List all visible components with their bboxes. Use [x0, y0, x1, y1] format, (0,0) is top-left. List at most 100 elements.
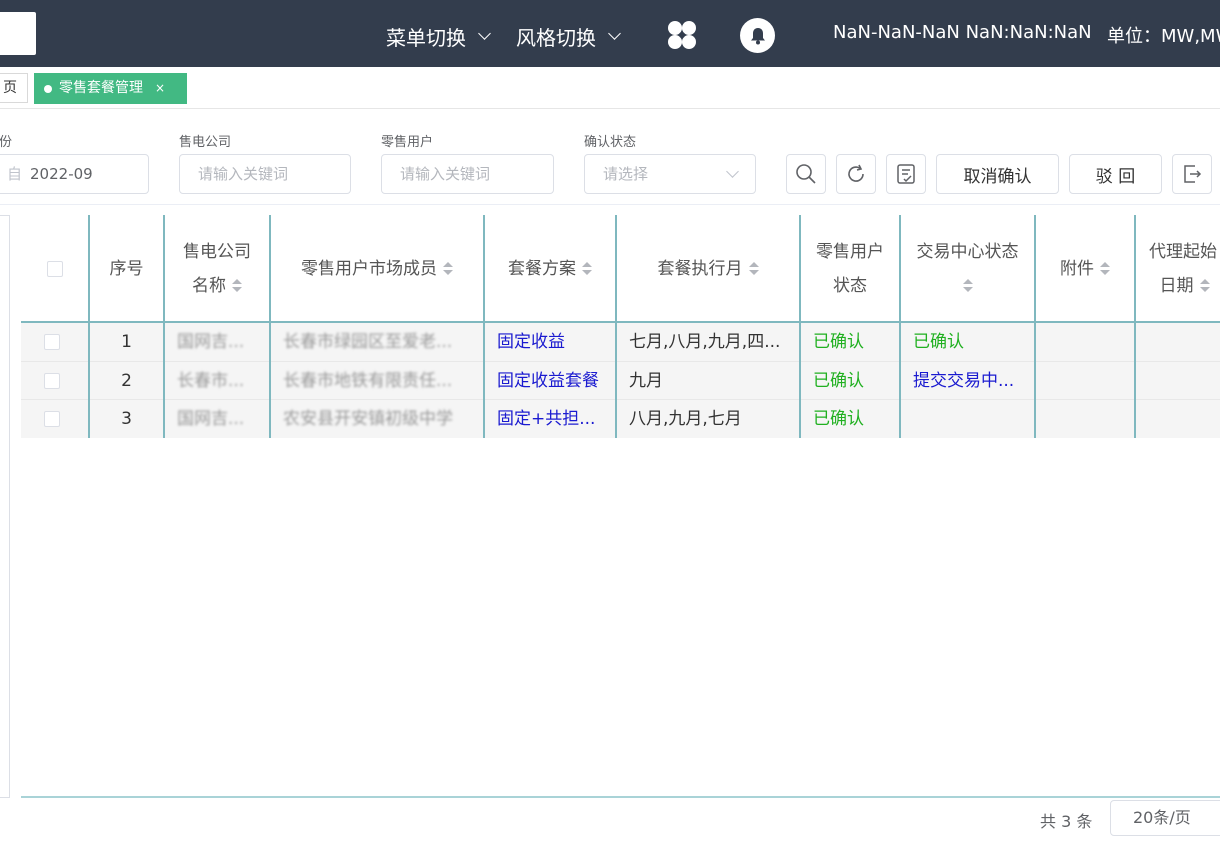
sort-icon[interactable]: [748, 261, 759, 276]
confirm-list-button[interactable]: [886, 154, 926, 194]
row-checkbox[interactable]: [44, 334, 60, 350]
sort-icon[interactable]: [962, 278, 973, 293]
menu-switch-dropdown[interactable]: 菜单切换: [386, 22, 491, 51]
header-month-label: 套餐执行月: [657, 258, 743, 279]
tab-retail-package[interactable]: 零售套餐管理 ×: [34, 73, 187, 104]
confirm-status-placeholder: 请选择: [603, 165, 649, 183]
company-search-input[interactable]: 请输入关键词: [179, 154, 351, 194]
search-button[interactable]: [786, 154, 826, 194]
page-size-select[interactable]: 20条/页: [1110, 800, 1220, 836]
row-checkbox[interactable]: [44, 372, 60, 389]
row-index: 1: [121, 332, 132, 352]
select-all-checkbox[interactable]: [47, 260, 63, 277]
column-divider: [88, 215, 90, 438]
row-index: 2: [121, 370, 132, 391]
close-icon[interactable]: ×: [155, 73, 165, 104]
header-agent-start[interactable]: 代理起始 日期: [1135, 215, 1220, 322]
sort-icon[interactable]: [1100, 261, 1110, 276]
month-value: 2022-09: [30, 165, 93, 183]
confirm-status-select[interactable]: 请选择: [584, 154, 756, 194]
logo: [0, 12, 36, 55]
table-row[interactable]: 1 国网吉... 长春市绿园区至爱老... 固定收益 七月,八月,九月,四...…: [21, 322, 1220, 361]
row-checkbox[interactable]: [44, 411, 60, 427]
cancel-confirm-button[interactable]: 取消确认: [936, 154, 1059, 194]
row-center-status: [900, 400, 1035, 438]
tab-home-label: 页: [3, 80, 17, 96]
row-month: 九月: [629, 370, 663, 391]
month-label: 份: [0, 135, 13, 150]
header-company[interactable]: 售电公司 名称: [164, 215, 270, 322]
row-center-status: 提交交易中...: [913, 370, 1015, 391]
bell-icon[interactable]: [740, 18, 775, 53]
header-center-status-label: 交易中心状态: [916, 241, 1019, 262]
table-row[interactable]: 3 国网吉... 农安县开安镇初级中学 固定+共担... 八月,九月,七月 已确…: [21, 399, 1220, 438]
tab-label: 零售套餐管理: [59, 80, 143, 96]
side-panel-edge: [0, 215, 10, 798]
chevron-down-icon: [608, 27, 621, 40]
header-agent-start-line1: 代理起始: [1149, 241, 1217, 262]
row-company: 长春市...: [177, 370, 245, 391]
header-attachment-label: 附件: [1060, 258, 1094, 279]
row-month: 七月,八月,九月,四...: [629, 332, 781, 352]
header-index-label: 序号: [109, 258, 144, 279]
sort-icon[interactable]: [232, 278, 242, 293]
style-switch-label: 风格切换: [516, 26, 596, 50]
header-company-line1: 售电公司: [183, 241, 251, 262]
sort-icon[interactable]: [582, 261, 592, 276]
retail-user-search-input[interactable]: 请输入关键词: [381, 154, 554, 194]
chevron-down-icon: [726, 165, 739, 178]
row-center-status: 已确认: [913, 332, 964, 352]
table-row[interactable]: 2 长春市... 长春市地铁有限责任... 固定收益套餐 九月 已确认 提交交易…: [21, 360, 1220, 400]
datetime-display: NaN-NaN-NaN NaN:NaN:NaN: [833, 22, 1092, 43]
header-index: 序号: [89, 215, 164, 322]
header-month[interactable]: 套餐执行月: [616, 215, 800, 322]
header-member[interactable]: 零售用户市场成员: [270, 215, 484, 322]
column-divider: [1134, 215, 1136, 438]
row-user-status: 已确认: [813, 409, 864, 429]
sort-icon[interactable]: [443, 261, 453, 276]
retail-user-label: 零售用户: [381, 135, 434, 150]
confirm-status-label: 确认状态: [584, 135, 637, 150]
header-center-status[interactable]: 交易中心状态: [900, 215, 1035, 322]
column-divider: [799, 215, 801, 438]
document-check-icon: [897, 164, 915, 184]
refresh-button[interactable]: [836, 154, 876, 194]
company-label: 售电公司: [179, 135, 232, 150]
sort-icon[interactable]: [1199, 278, 1210, 293]
tab-home[interactable]: 页: [0, 73, 28, 103]
menu-switch-label: 菜单切换: [386, 26, 466, 50]
style-switch-dropdown[interactable]: 风格切换: [516, 22, 621, 51]
column-divider: [615, 215, 617, 438]
column-divider: [1034, 215, 1036, 438]
row-member: 农安县开安镇初级中学: [283, 409, 453, 429]
month-picker[interactable]: 自 2022-09: [0, 154, 149, 194]
reject-button[interactable]: 驳 回: [1069, 154, 1162, 194]
header-attachment[interactable]: 附件: [1035, 215, 1135, 322]
header-user-status: 零售用户 状态: [800, 215, 900, 322]
column-divider: [163, 215, 165, 438]
page-size-value: 20条/页: [1133, 808, 1191, 827]
row-month: 八月,九月,七月: [629, 409, 742, 429]
export-button[interactable]: [1172, 154, 1212, 194]
active-dot-icon: [44, 84, 52, 93]
row-plan-link[interactable]: 固定收益套餐: [484, 362, 616, 400]
column-divider: [483, 215, 485, 438]
row-user-status: 已确认: [813, 332, 864, 352]
header-user-status-line2: 状态: [833, 275, 867, 296]
row-plan-link[interactable]: 固定+共担...: [484, 400, 616, 438]
header-plan[interactable]: 套餐方案: [484, 215, 616, 322]
filter-divider: [0, 204, 1220, 205]
header-company-line2: 名称: [192, 275, 226, 296]
header-plan-label: 套餐方案: [508, 258, 576, 279]
header-user-status-line1: 零售用户: [816, 241, 884, 262]
chevron-down-icon: [478, 27, 491, 40]
search-icon: [796, 164, 816, 184]
row-plan-link[interactable]: 固定收益: [484, 323, 616, 361]
table-bottom-border: [21, 796, 1220, 798]
column-divider: [269, 215, 271, 438]
header-divider: [21, 321, 1220, 323]
retail-package-table: 序号 售电公司 名称 零售用户市场成员 套餐方案 套餐执行月 零售用户 状态 交…: [21, 215, 1220, 798]
top-header: 菜单切换 风格切换 NaN-NaN-NaN NaN:NaN:NaN 单位：MW,…: [0, 0, 1220, 67]
month-prefix: 自: [7, 165, 23, 183]
apps-icon[interactable]: [666, 20, 698, 50]
